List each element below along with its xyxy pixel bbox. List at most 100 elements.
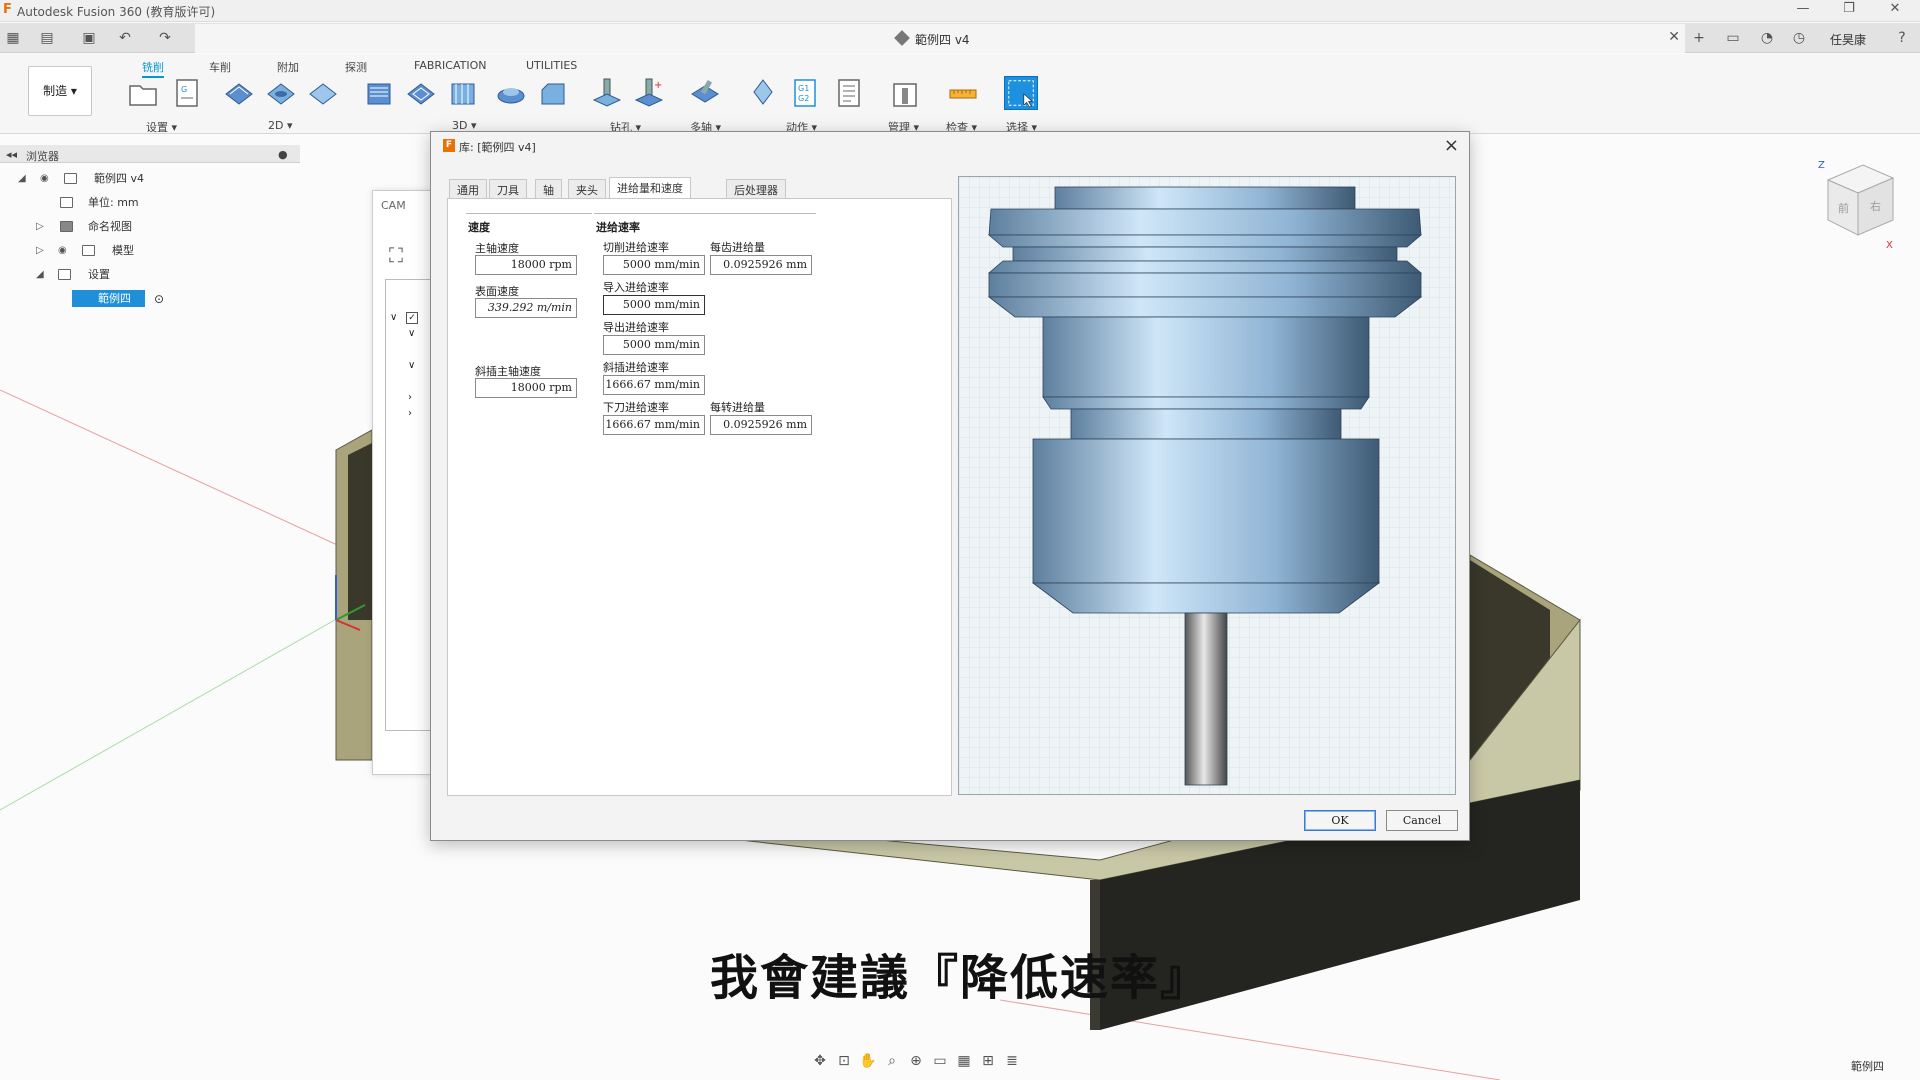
face-icon[interactable] — [306, 76, 340, 110]
tab-additive[interactable]: 附加 — [277, 59, 299, 75]
viewcube[interactable]: 前 右 Z X — [1818, 160, 1898, 251]
collapse-icon[interactable]: ∨ — [408, 328, 415, 339]
multi-axis-icon[interactable] — [688, 76, 722, 110]
spindle-speed-input[interactable]: 18000 rpm — [475, 255, 577, 275]
tab-holder[interactable]: 夹头 — [568, 179, 606, 198]
feed-per-tooth-input[interactable]: 0.0925926 mm — [710, 255, 812, 275]
tool-preview[interactable] — [958, 176, 1456, 795]
undo-icon[interactable]: ↶ — [116, 29, 134, 47]
tab-fabrication[interactable]: FABRICATION — [414, 59, 486, 72]
2d-pocket-icon[interactable] — [264, 76, 298, 110]
restore-button[interactable]: ❐ — [1834, 1, 1864, 19]
select-icon[interactable] — [1004, 76, 1038, 110]
drill-icon[interactable] — [590, 76, 624, 110]
hole-recognition-icon[interactable]: + — [632, 76, 666, 110]
grid-settings-icon[interactable]: ▦ — [952, 1053, 976, 1069]
user-name[interactable]: 任昊康 — [1830, 31, 1866, 48]
feed-per-tooth-label: 每齿进给量 — [710, 241, 765, 254]
visibility-eye-icon[interactable]: ◉ — [40, 169, 49, 189]
collapse-browser-icon[interactable]: ◂◂ — [6, 148, 17, 161]
expand-icon[interactable]: ▷ — [36, 241, 44, 261]
collapse-icon[interactable]: ∨ — [390, 312, 397, 323]
group-2d[interactable]: 2D ▾ — [268, 119, 293, 132]
tree-root[interactable]: ◢ ◉ 範例四 v4 — [0, 169, 300, 189]
expand-icon[interactable]: ◢ — [18, 169, 26, 189]
redo-icon[interactable]: ↷ — [156, 29, 174, 47]
plunge-feedrate-input[interactable]: 1666.67 mm/min — [603, 415, 705, 435]
folder-setup-icon[interactable] — [126, 76, 160, 110]
setup-sheet-icon[interactable] — [832, 76, 866, 110]
tab-shaft[interactable]: 轴 — [535, 179, 562, 198]
minimize-button[interactable]: — — [1788, 1, 1818, 19]
lead-out-feedrate-input[interactable]: 5000 mm/min — [603, 335, 705, 355]
ribbon: 铣削 车削 附加 探测 FABRICATION UTILITIES 制造 ▾ G… — [0, 54, 1920, 134]
surface-speed-input[interactable]: 339.292 m/min — [475, 298, 577, 318]
pan-icon[interactable]: ✋ — [856, 1053, 880, 1069]
parallel-icon[interactable] — [446, 76, 480, 110]
flow-icon[interactable] — [536, 76, 570, 110]
action-icon[interactable] — [746, 76, 780, 110]
tab-general[interactable]: 通用 — [449, 179, 487, 198]
tab-post-processor[interactable]: 后处理器 — [726, 179, 786, 198]
g-code-icon[interactable]: G1G2 — [788, 76, 822, 110]
orbit-icon[interactable]: ✥ — [808, 1053, 832, 1069]
chat-icon[interactable]: ▭ — [1724, 29, 1742, 47]
contour-icon[interactable] — [494, 76, 528, 110]
display-settings-icon[interactable]: ▭ — [928, 1053, 952, 1069]
ok-button[interactable]: OK — [1304, 810, 1376, 831]
grid-menu-icon[interactable]: ▦ — [4, 29, 22, 47]
save-icon[interactable]: ▣ — [80, 29, 98, 47]
document-tab[interactable]: 範例四 v4 ✕ — [195, 24, 1685, 53]
job-status-icon[interactable]: ◔ — [1758, 29, 1776, 47]
tab-cutter[interactable]: 刀具 — [489, 179, 527, 198]
viewcube-x-label: X — [1886, 240, 1893, 250]
tree-item-setup-selected[interactable]: 範例四 ⊙ — [72, 289, 272, 309]
collapse-icon[interactable]: ∨ — [408, 360, 415, 371]
zoom-icon[interactable]: ⌕ — [880, 1053, 904, 1069]
cancel-button[interactable]: Cancel — [1386, 810, 1458, 831]
active-setup-icon[interactable]: ⊙ — [154, 289, 164, 309]
tree-item-models[interactable]: ▷ ◉ 模型 — [0, 241, 300, 261]
help-icon[interactable]: ? — [1893, 29, 1911, 47]
fit-icon[interactable]: ⊕ — [904, 1053, 928, 1069]
file-icon[interactable]: ▤ — [38, 29, 56, 47]
close-document-icon[interactable]: ✕ — [1668, 29, 1680, 45]
tab-feed-speed[interactable]: 进给量和速度 — [609, 177, 691, 199]
ramp-feedrate-input[interactable]: 1666.67 mm/min — [603, 375, 705, 395]
expand-icon[interactable]: ▷ — [36, 217, 44, 237]
feedrate-section-title: 进给速率 — [596, 221, 640, 234]
expand-icon[interactable]: › — [408, 392, 412, 403]
nc-program-icon[interactable]: G — [170, 76, 204, 110]
expand-icon[interactable]: › — [408, 408, 412, 419]
tool-library-icon[interactable] — [888, 76, 922, 110]
visibility-eye-icon[interactable]: ◉ — [58, 241, 67, 261]
tree-item-named-views[interactable]: ▷ 命名视图 — [0, 217, 300, 237]
feed-per-revolution-input[interactable]: 0.0925926 mm — [710, 415, 812, 435]
3d-pocket-icon[interactable] — [404, 76, 438, 110]
tab-utilities[interactable]: UTILITIES — [526, 59, 577, 72]
3d-adaptive-icon[interactable] — [362, 76, 396, 110]
close-icon[interactable]: × — [1444, 135, 1459, 156]
measure-icon[interactable] — [946, 76, 980, 110]
close-window-button[interactable]: ✕ — [1880, 1, 1910, 19]
layers-icon[interactable]: ≣ — [1000, 1053, 1024, 1069]
tool-tree-icon[interactable]: ⛶ — [389, 243, 403, 267]
tree-item-units[interactable]: 单位: mm — [0, 193, 300, 213]
checkbox[interactable]: ✓ — [406, 312, 418, 324]
cutting-feedrate-input[interactable]: 5000 mm/min — [603, 255, 705, 275]
tab-probing[interactable]: 探测 — [345, 59, 367, 75]
plunge-feedrate-label: 下刀进给速率 — [603, 401, 669, 414]
tab-turning[interactable]: 车削 — [209, 59, 231, 75]
look-at-icon[interactable]: ⊡ — [832, 1053, 856, 1069]
lead-in-feedrate-input[interactable]: 5000 mm/min — [603, 295, 705, 315]
new-tab-icon[interactable]: + — [1690, 29, 1708, 47]
workspace-switcher[interactable]: 制造 ▾ — [28, 66, 92, 116]
clock-icon[interactable]: ◷ — [1790, 29, 1808, 47]
group-setup[interactable]: 设置 ▾ — [146, 119, 177, 135]
2d-adaptive-icon[interactable] — [222, 76, 256, 110]
viewports-icon[interactable]: ⊞ — [976, 1053, 1000, 1069]
collapse-icon[interactable]: ◢ — [36, 265, 44, 285]
ramp-spindle-speed-input[interactable]: 18000 rpm — [475, 378, 577, 398]
tree-item-setups[interactable]: ◢ 设置 — [0, 265, 300, 285]
browser-pin-icon[interactable]: ● — [278, 148, 288, 161]
